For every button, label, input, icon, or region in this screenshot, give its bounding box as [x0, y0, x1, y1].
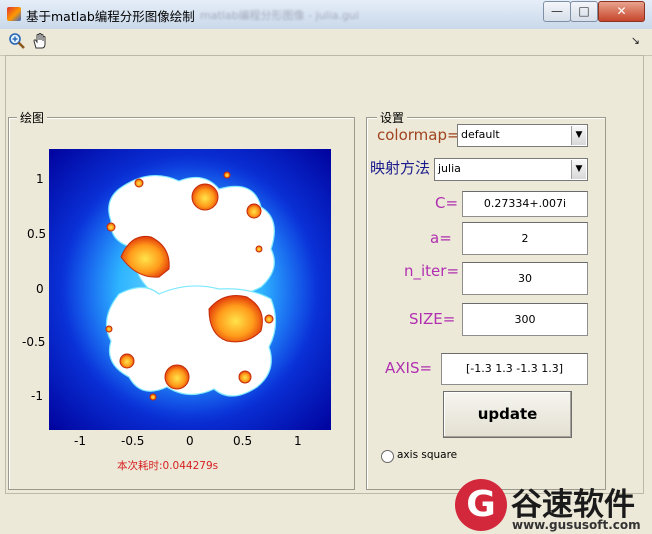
colormap-selected-value: default [461, 128, 500, 141]
colormap-label: colormap= [377, 126, 460, 144]
watermark-url: www.gususoft.com [512, 518, 641, 532]
blurred-window-title: matlab编程分形图像 - julia.gui [200, 9, 359, 22]
dock-arrow-icon[interactable]: ↘ [631, 34, 640, 47]
x-tick-label: 1 [294, 434, 302, 448]
axis-label: AXIS= [385, 359, 433, 377]
y-tick-label: 0.5 [27, 227, 47, 241]
julia-fractal-image [49, 149, 331, 430]
window-title: 基于matlab编程分形图像绘制 [26, 9, 195, 24]
y-tick-label: 1 [36, 172, 44, 186]
axis-input[interactable]: [-1.3 1.3 -1.3 1.3] [441, 353, 588, 385]
mapping-method-dropdown[interactable]: julia ▼ [434, 158, 588, 181]
zoom-in-icon[interactable] [8, 32, 26, 50]
n-iter-label: n_iter= [404, 262, 460, 280]
chevron-down-icon: ▼ [571, 126, 586, 145]
x-tick-label: 0 [186, 434, 194, 448]
axis-square-label: axis square [397, 449, 458, 461]
x-tick-label: 0.5 [233, 434, 253, 448]
y-tick-label: 0 [36, 282, 44, 296]
close-button[interactable]: ✕ [598, 1, 645, 22]
y-tick-label: -1 [31, 389, 43, 403]
maximize-button[interactable]: □ [570, 1, 598, 22]
x-tick-label: -0.5 [121, 434, 145, 448]
mapping-method-label: 映射方法 [370, 159, 431, 177]
matlab-app-icon [7, 7, 21, 21]
chevron-down-icon: ▼ [571, 160, 586, 179]
plot-panel-title: 绘图 [17, 109, 48, 126]
c-param-input[interactable]: 0.27334+.007i [462, 191, 588, 217]
gususoft-logo: G [455, 479, 507, 531]
pan-hand-icon[interactable] [31, 32, 49, 50]
x-tick-label: -1 [74, 434, 86, 448]
settings-panel-title: 设置 [377, 109, 408, 126]
size-input[interactable]: 300 [462, 303, 588, 336]
minimize-button[interactable]: — [543, 1, 571, 22]
logo-letter: G [466, 484, 496, 525]
elapsed-time-text: 本次耗时:0.044279s [117, 460, 219, 472]
c-param-label: C= [435, 194, 459, 212]
a-param-input[interactable]: 2 [462, 222, 588, 255]
y-tick-label: -0.5 [22, 335, 46, 349]
n-iter-input[interactable]: 30 [462, 262, 588, 295]
a-param-label: a= [430, 229, 452, 247]
title-bar: 基于matlab编程分形图像绘制 matlab编程分形图像 - julia.gu… [0, 0, 652, 30]
mapping-method-selected-value: julia [438, 162, 461, 175]
figure-toolbar: ↘ [0, 29, 652, 56]
update-button[interactable]: update [443, 391, 572, 438]
size-label: SIZE= [409, 310, 456, 328]
colormap-dropdown[interactable]: default ▼ [457, 124, 588, 147]
axis-square-radio[interactable] [381, 450, 394, 463]
